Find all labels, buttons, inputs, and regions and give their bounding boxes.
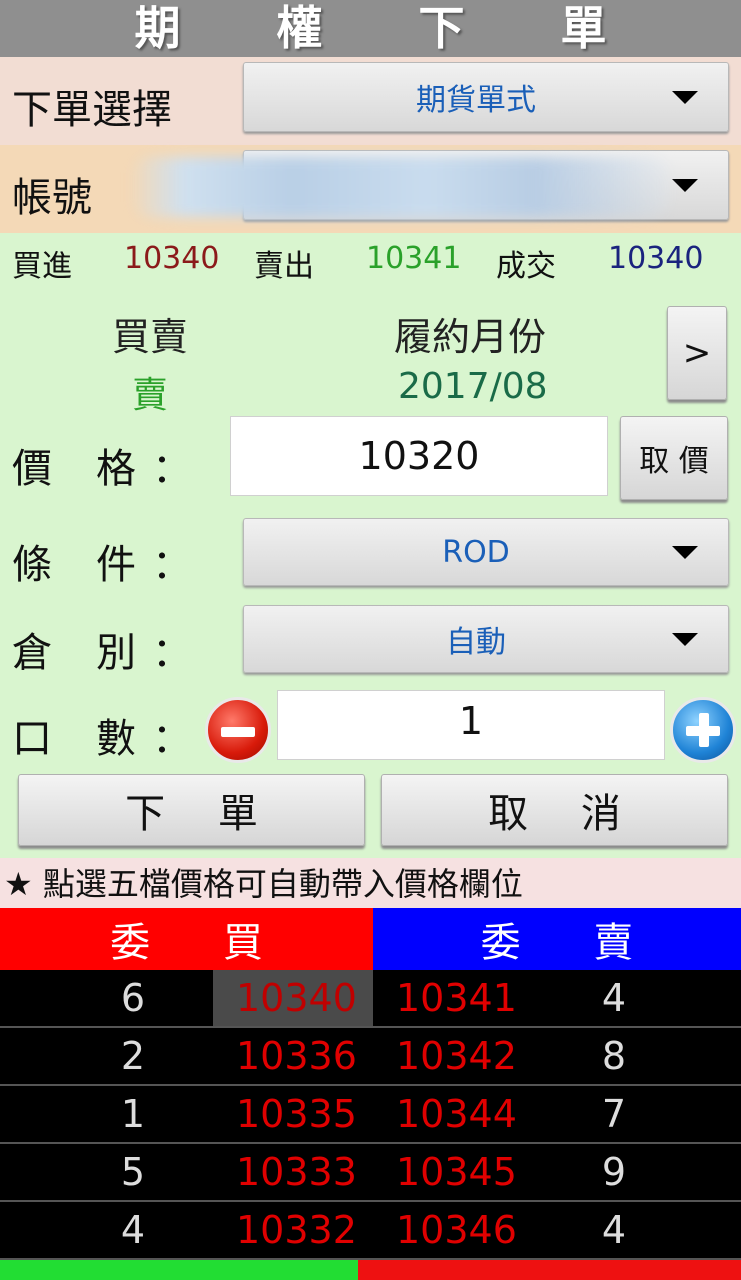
- ask-price[interactable]: 10342: [396, 1034, 517, 1078]
- ask-qty: 4: [601, 1208, 627, 1252]
- book-row[interactable]: 2 10336 10342 8: [0, 1028, 741, 1086]
- bid-qty: 5: [120, 1150, 146, 1194]
- bid-qty: 6: [120, 976, 146, 1020]
- bid-price[interactable]: 10340: [236, 976, 357, 1020]
- plus-circle-icon[interactable]: [670, 697, 736, 763]
- ask-price[interactable]: 10346: [396, 1208, 517, 1252]
- ask-label: 賣出: [254, 249, 314, 284]
- bid-header: 委 買: [0, 908, 373, 970]
- chevron-down-icon: [672, 179, 698, 192]
- bid-qty: 4: [120, 1208, 146, 1252]
- next-month-button[interactable]: >: [667, 306, 727, 400]
- quantity-label: 口 數 ：: [12, 706, 192, 764]
- chevron-down-icon: [672, 546, 698, 559]
- condition-label: 條 件 ：: [12, 532, 192, 590]
- ask-volume-bar: [358, 1260, 741, 1280]
- account-row: 帳號: [0, 145, 741, 233]
- bid-value: 10340: [124, 241, 220, 276]
- quantity-label-char-1: 口: [12, 716, 52, 762]
- ask-header: 委 賣: [373, 908, 741, 970]
- ask-price[interactable]: 10344: [396, 1092, 517, 1136]
- book-row[interactable]: 1 10335 10344 7: [0, 1086, 741, 1144]
- ask-price[interactable]: 10341: [396, 976, 517, 1020]
- side-header: 買賣: [112, 315, 189, 359]
- book-row[interactable]: 5 10333 10345 9: [0, 1144, 741, 1202]
- account-label: 帳號: [12, 175, 92, 221]
- bid-qty: 2: [120, 1034, 146, 1078]
- book-row[interactable]: 4 10332 10346 4: [0, 1202, 741, 1260]
- price-label: 價 格 ：: [12, 436, 192, 494]
- ask-price[interactable]: 10345: [396, 1150, 517, 1194]
- order-type-value: 期貨單式: [416, 83, 536, 118]
- condition-label-char-2: 件: [96, 542, 136, 588]
- bid-price[interactable]: 10333: [236, 1150, 357, 1194]
- minus-circle-icon[interactable]: [205, 697, 271, 763]
- position-label-colon: ：: [152, 630, 192, 676]
- bid-volume-bar: [0, 1260, 358, 1280]
- condition-select[interactable]: ROD: [243, 518, 729, 586]
- quantity-label-colon: ：: [152, 716, 192, 762]
- ask-qty: 4: [601, 976, 627, 1020]
- order-book: 6 10340 10341 4 2 10336 10342 8 1 10335 …: [0, 970, 741, 1260]
- order-type-select[interactable]: 期貨單式: [243, 62, 729, 132]
- side-value[interactable]: 賣: [132, 366, 168, 418]
- bid-price[interactable]: 10332: [236, 1208, 357, 1252]
- chevron-down-icon: [672, 91, 698, 104]
- position-label-char-1: 倉: [12, 630, 52, 676]
- bid-price[interactable]: 10335: [236, 1092, 357, 1136]
- last-label: 成交: [496, 249, 556, 284]
- fetch-price-button[interactable]: 取 價: [620, 416, 728, 500]
- condition-label-colon: ：: [152, 542, 192, 588]
- ask-qty: 7: [601, 1092, 627, 1136]
- position-label-char-2: 別: [96, 630, 136, 676]
- quantity-input[interactable]: 1: [277, 690, 665, 760]
- quote-row: 買進 10340 賣出 10341 成交 10340: [0, 233, 741, 284]
- position-value: 自動: [446, 625, 506, 660]
- price-input[interactable]: 10320: [230, 416, 608, 496]
- price-label-char-2: 格: [96, 446, 136, 492]
- month-value[interactable]: 2017/08: [398, 366, 548, 407]
- bid-label: 買進: [12, 249, 72, 284]
- order-type-row: 下單選擇 期貨單式: [0, 57, 741, 145]
- position-label: 倉 別 ：: [12, 620, 192, 678]
- month-header: 履約月份: [394, 315, 547, 359]
- bid-qty: 1: [120, 1092, 146, 1136]
- bid-price[interactable]: 10336: [236, 1034, 357, 1078]
- page-title: 期 權 下 單: [0, 0, 741, 57]
- quantity-label-char-2: 數: [96, 716, 136, 762]
- last-value: 10340: [608, 241, 704, 276]
- cancel-button[interactable]: 取 消: [381, 774, 728, 846]
- order-type-label: 下單選擇: [12, 87, 172, 133]
- submit-order-button[interactable]: 下 單: [18, 774, 365, 846]
- condition-value: ROD: [442, 534, 510, 570]
- price-label-char-1: 價: [12, 446, 52, 492]
- chevron-down-icon: [672, 633, 698, 646]
- account-redaction: [130, 157, 670, 217]
- ask-qty: 8: [601, 1034, 627, 1078]
- price-label-colon: ：: [152, 446, 192, 492]
- condition-label-char-1: 條: [12, 542, 52, 588]
- position-select[interactable]: 自動: [243, 605, 729, 673]
- ask-qty: 9: [601, 1150, 627, 1194]
- book-row[interactable]: 6 10340 10341 4: [0, 970, 741, 1028]
- ask-value: 10341: [366, 241, 462, 276]
- hint-text: ★ 點選五檔價格可自動帶入價格欄位: [0, 858, 741, 908]
